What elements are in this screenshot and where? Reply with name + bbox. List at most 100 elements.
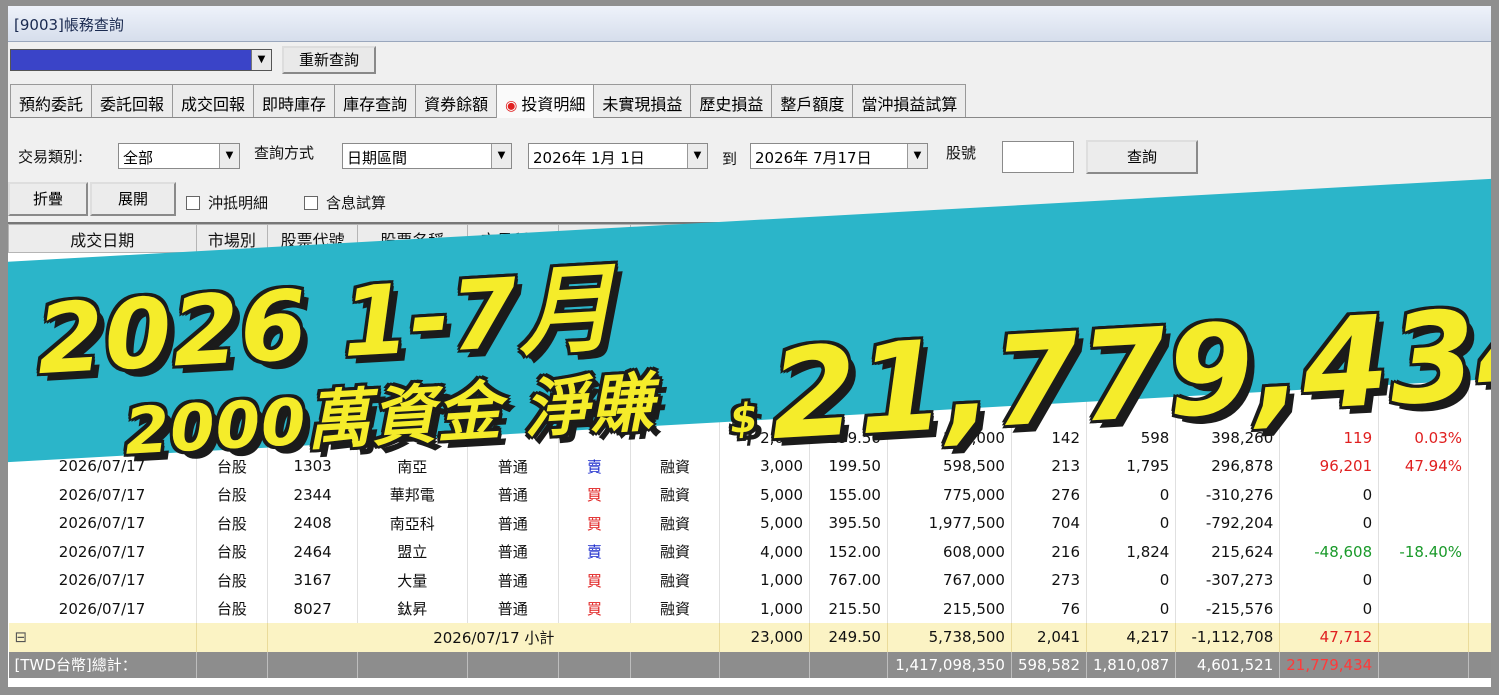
cell-amount: 775,000 bbox=[887, 480, 1012, 509]
cell-roi bbox=[1378, 566, 1470, 595]
chevron-down-icon[interactable]: ▼ bbox=[491, 144, 511, 168]
subtotal-row[interactable]: ⊟ 2026/07/17 小計 23,000 249.50 5,738,500 2,041… bbox=[8, 623, 1491, 652]
cell-roi bbox=[1378, 480, 1470, 509]
trade-type-label: 交易類別: bbox=[18, 148, 84, 166]
subtotal-pl: 47,712 bbox=[1279, 623, 1380, 652]
table-row[interactable]: 2026/07/17 台股 2344 華邦電 普通買融資 5,000 155.00 775,0… bbox=[8, 480, 1491, 509]
checkbox-icon[interactable] bbox=[304, 196, 318, 210]
tab-label: 整戶額度 bbox=[780, 95, 845, 114]
subtotal-qty: 23,000 bbox=[719, 623, 811, 652]
cell-pl: 0 bbox=[1279, 594, 1380, 623]
total-pl: 21,779,434 bbox=[1279, 651, 1380, 678]
cell-date: 2026/07/17 bbox=[8, 480, 197, 509]
tab-0[interactable]: 預約委託 bbox=[10, 84, 93, 117]
tab-label: 庫存查詢 bbox=[343, 95, 408, 114]
tab-9[interactable]: 整戶額度 bbox=[771, 84, 854, 117]
query-mode-label: 查詢方式 bbox=[254, 144, 315, 162]
cell-code: 8027 bbox=[267, 594, 358, 623]
cell-ar: 296,878 bbox=[1175, 452, 1281, 481]
cell-tax: 0 bbox=[1086, 480, 1177, 509]
table-row[interactable]: 2026/07/17 台股 8027 鈦昇 普通買融資 1,000 215.50 215,50… bbox=[8, 594, 1491, 623]
collapse-toggle[interactable]: ⊟ bbox=[8, 623, 197, 652]
chevron-down-icon[interactable]: ▼ bbox=[907, 144, 927, 168]
tab-label: 歷史損益 bbox=[699, 95, 764, 114]
cell-side: 買 bbox=[558, 566, 631, 595]
offset-detail-checkbox[interactable]: 沖抵明細 bbox=[186, 192, 268, 213]
cell-tax: 0 bbox=[1086, 509, 1177, 538]
subtotal-tax: 4,217 bbox=[1086, 623, 1177, 652]
total-blank bbox=[630, 651, 721, 678]
cell-date: 2026/07/17 bbox=[8, 537, 197, 566]
cell-date: 2026/07/17 bbox=[8, 594, 197, 623]
to-label: 到 bbox=[722, 150, 738, 168]
tab-label: 委託回報 bbox=[100, 95, 165, 114]
cell-pl: -48,608 bbox=[1279, 537, 1380, 566]
column-header[interactable]: 成交日期 bbox=[8, 224, 197, 253]
tab-10[interactable]: 當沖損益試算 bbox=[852, 84, 967, 117]
chevron-down-icon[interactable]: ▼ bbox=[251, 50, 271, 70]
chevron-down-icon[interactable]: ▼ bbox=[687, 144, 707, 168]
tab-strip: 預約委託 委託回報 成交回報 即時庫存 庫存查詢 資券餘額 ◉ 投資明細 未實現損益 歷史損益 整戶… bbox=[10, 84, 1491, 118]
cell-kind: 普通 bbox=[467, 452, 560, 481]
cell-date: 2026/07/17 bbox=[8, 509, 197, 538]
total-tax: 1,810,087 bbox=[1086, 651, 1177, 678]
query-button[interactable]: 查詢 bbox=[1086, 140, 1198, 174]
date-to-picker[interactable]: 2026年 7月17日 ▼ bbox=[750, 143, 928, 169]
subtotal-blank bbox=[1468, 623, 1491, 652]
checkbox-icon[interactable] bbox=[186, 196, 200, 210]
cell-pl: 0 bbox=[1279, 509, 1380, 538]
tab-label: 投資明細 bbox=[521, 95, 586, 114]
total-blank bbox=[267, 651, 358, 678]
expand-button[interactable]: 展開 bbox=[90, 182, 176, 216]
subtotal-ar: -1,112,708 bbox=[1175, 623, 1281, 652]
interest-calc-checkbox[interactable]: 含息試算 bbox=[304, 192, 386, 213]
cell-amount: 1,977,500 bbox=[887, 509, 1012, 538]
cell-code: 2464 bbox=[267, 537, 358, 566]
cell-tax: 1,824 bbox=[1086, 537, 1177, 566]
tab-4[interactable]: 庫存查詢 bbox=[334, 84, 417, 117]
cell-qty: 1,000 bbox=[719, 566, 811, 595]
tab-2[interactable]: 成交回報 bbox=[172, 84, 255, 117]
tab-8[interactable]: 歷史損益 bbox=[690, 84, 773, 117]
table-row[interactable]: 2026/07/17 台股 3167 大量 普通買融資 1,000 767.00 767,00… bbox=[8, 566, 1491, 595]
cell-pl: 0 bbox=[1279, 566, 1380, 595]
cell-qty: 5,000 bbox=[719, 480, 811, 509]
cell-side: 買 bbox=[558, 480, 631, 509]
cell-type: 融資 bbox=[630, 452, 721, 481]
date-from-picker[interactable]: 2026年 1月 1日 ▼ bbox=[528, 143, 708, 169]
tab-6[interactable]: ◉ 投資明細 bbox=[496, 84, 595, 118]
active-dot-icon: ◉ bbox=[505, 98, 518, 114]
total-label: [TWD台幣]總計： bbox=[8, 651, 197, 678]
cell-name: 大量 bbox=[357, 566, 468, 595]
cell-amount: 608,000 bbox=[887, 537, 1012, 566]
stock-no-input[interactable] bbox=[1002, 141, 1074, 173]
cell-type: 融資 bbox=[630, 480, 721, 509]
requery-button[interactable]: 重新查詢 bbox=[282, 46, 376, 74]
cell-market: 台股 bbox=[196, 509, 269, 538]
cell-side: 買 bbox=[558, 594, 631, 623]
tab-1[interactable]: 委託回報 bbox=[91, 84, 174, 117]
cell-pl: 96,201 bbox=[1279, 452, 1380, 481]
date-to-value: 2026年 7月17日 bbox=[755, 149, 872, 167]
collapse-button[interactable]: 折疊 bbox=[8, 182, 88, 216]
tab-7[interactable]: 未實現損益 bbox=[593, 84, 692, 117]
table-row[interactable]: 2026/07/17 台股 2408 南亞科 普通買融資 5,000 395.50 1,977… bbox=[8, 509, 1491, 538]
chevron-down-icon[interactable]: ▼ bbox=[219, 144, 239, 168]
tab-5[interactable]: 資券餘額 bbox=[415, 84, 498, 117]
tab-3[interactable]: 即時庫存 bbox=[253, 84, 336, 117]
subtotal-blank bbox=[196, 623, 269, 652]
cell-extra bbox=[1468, 537, 1491, 566]
cell-roi: -18.40% bbox=[1378, 537, 1470, 566]
query-mode-select[interactable]: 日期區間 ▼ bbox=[342, 143, 512, 169]
cell-pl: 0 bbox=[1279, 480, 1380, 509]
cell-fee: 704 bbox=[1011, 509, 1088, 538]
cell-code: 2344 bbox=[267, 480, 358, 509]
account-select[interactable]: ▼ bbox=[10, 49, 272, 71]
window-title: [9003]帳務查詢 bbox=[8, 6, 1491, 42]
total-blank bbox=[809, 651, 888, 678]
trade-type-select[interactable]: 全部 ▼ bbox=[118, 143, 240, 169]
table-row[interactable]: 2026/07/17 台股 2464 盟立 普通賣融資 4,000 152.00 608,00… bbox=[8, 537, 1491, 566]
cell-extra bbox=[1468, 509, 1491, 538]
cell-tax: 1,795 bbox=[1086, 452, 1177, 481]
cell-amount: 767,000 bbox=[887, 566, 1012, 595]
